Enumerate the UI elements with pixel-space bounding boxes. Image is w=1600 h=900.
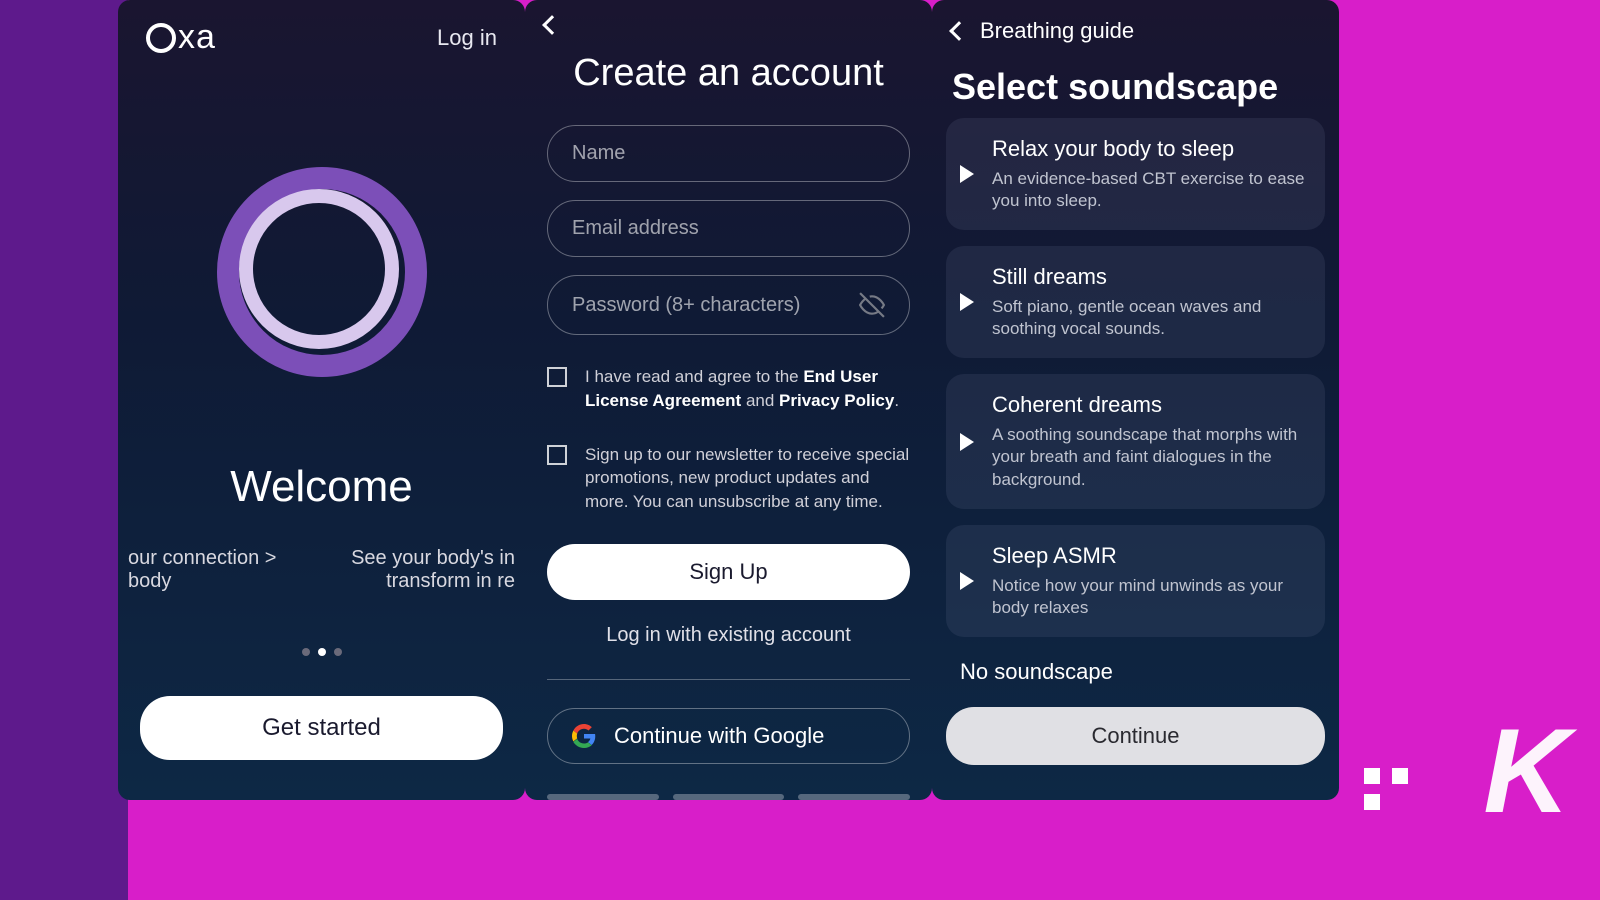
dot-3[interactable] bbox=[334, 648, 342, 656]
soundscape-screen: Breathing guide Select soundscape Relax … bbox=[932, 0, 1339, 800]
brand-logo: xa bbox=[146, 18, 216, 57]
welcome-subtext: our connection > body See your body's in… bbox=[118, 547, 525, 593]
password-placeholder: Password (8+ characters) bbox=[572, 294, 800, 317]
password-input[interactable]: Password (8+ characters) bbox=[547, 275, 910, 335]
continue-google-button[interactable]: Continue with Google bbox=[547, 708, 910, 764]
soundscape-item[interactable]: Coherent dreams A soothing soundscape th… bbox=[946, 374, 1325, 508]
dot-1[interactable] bbox=[302, 648, 310, 656]
welcome-heading: Welcome bbox=[118, 462, 525, 512]
continue-button[interactable]: Continue bbox=[946, 707, 1325, 765]
watermark-k-icon: K bbox=[1483, 702, 1570, 840]
email-placeholder: Email address bbox=[572, 217, 699, 240]
newsletter-checkbox-row: Sign up to our newsletter to receive spe… bbox=[547, 443, 910, 514]
google-label: Continue with Google bbox=[614, 723, 824, 749]
soundscape-item[interactable]: Still dreams Soft piano, gentle ocean wa… bbox=[946, 246, 1325, 358]
email-input[interactable]: Email address bbox=[547, 200, 910, 257]
signup-button[interactable]: Sign Up bbox=[547, 544, 910, 600]
login-existing-link[interactable]: Log in with existing account bbox=[525, 624, 932, 647]
divider bbox=[547, 679, 910, 680]
progress-seg-2 bbox=[673, 794, 785, 800]
chevron-left-icon bbox=[542, 15, 562, 35]
agree-text: I have read and agree to the End User Li… bbox=[585, 365, 910, 413]
signup-title: Create an account bbox=[525, 52, 932, 95]
newsletter-checkbox[interactable] bbox=[547, 445, 567, 465]
logo-circle-icon bbox=[146, 23, 176, 53]
phone-screenshots: xa Log in Welcome our connection > body … bbox=[118, 0, 1339, 800]
login-link[interactable]: Log in bbox=[437, 25, 497, 51]
play-icon[interactable] bbox=[960, 572, 974, 590]
sound-title: Still dreams bbox=[992, 264, 1307, 290]
progress-indicator bbox=[525, 764, 932, 800]
soundscape-item[interactable]: Relax your body to sleep An evidence-bas… bbox=[946, 118, 1325, 230]
sound-desc: Soft piano, gentle ocean waves and sooth… bbox=[992, 296, 1307, 340]
soundscape-title: Select soundscape bbox=[932, 44, 1339, 118]
watermark-dots-icon bbox=[1364, 768, 1410, 810]
dot-2[interactable] bbox=[318, 648, 326, 656]
google-icon bbox=[572, 724, 596, 748]
chevron-left-icon bbox=[949, 21, 969, 41]
sound-title: Relax your body to sleep bbox=[992, 136, 1307, 162]
privacy-link[interactable]: Privacy Policy bbox=[779, 391, 894, 410]
play-icon[interactable] bbox=[960, 433, 974, 451]
play-icon[interactable] bbox=[960, 293, 974, 311]
back-button[interactable] bbox=[525, 0, 932, 32]
name-input[interactable]: Name bbox=[547, 125, 910, 182]
sound-desc: Notice how your mind unwinds as your bod… bbox=[992, 575, 1307, 619]
subtext-right: See your body's in transform in re bbox=[329, 547, 515, 593]
no-soundscape-option[interactable]: No soundscape bbox=[932, 637, 1339, 693]
subtext-left: our connection > body bbox=[128, 547, 314, 593]
newsletter-text: Sign up to our newsletter to receive spe… bbox=[585, 443, 910, 514]
soundscape-list: Relax your body to sleep An evidence-bas… bbox=[932, 118, 1339, 637]
soundscape-item[interactable]: Sleep ASMR Notice how your mind unwinds … bbox=[946, 525, 1325, 637]
brand-text: xa bbox=[178, 18, 216, 57]
sound-title: Coherent dreams bbox=[992, 392, 1307, 418]
welcome-screen: xa Log in Welcome our connection > body … bbox=[118, 0, 525, 800]
play-icon[interactable] bbox=[960, 165, 974, 183]
progress-seg-3 bbox=[798, 794, 910, 800]
hero-ring-graphic bbox=[217, 167, 427, 377]
agree-checkbox[interactable] bbox=[547, 367, 567, 387]
sound-title: Sleep ASMR bbox=[992, 543, 1307, 569]
signup-screen: Create an account Name Email address Pas… bbox=[525, 0, 932, 800]
back-label: Breathing guide bbox=[980, 18, 1134, 44]
get-started-button[interactable]: Get started bbox=[140, 696, 503, 760]
sound-desc: A soothing soundscape that morphs with y… bbox=[992, 424, 1307, 490]
agree-checkbox-row: I have read and agree to the End User Li… bbox=[547, 365, 910, 413]
progress-seg-1 bbox=[547, 794, 659, 800]
carousel-indicator[interactable] bbox=[118, 648, 525, 656]
eye-off-icon[interactable] bbox=[859, 292, 885, 318]
name-placeholder: Name bbox=[572, 142, 625, 165]
sound-desc: An evidence-based CBT exercise to ease y… bbox=[992, 168, 1307, 212]
breathing-guide-back[interactable]: Breathing guide bbox=[932, 0, 1339, 44]
